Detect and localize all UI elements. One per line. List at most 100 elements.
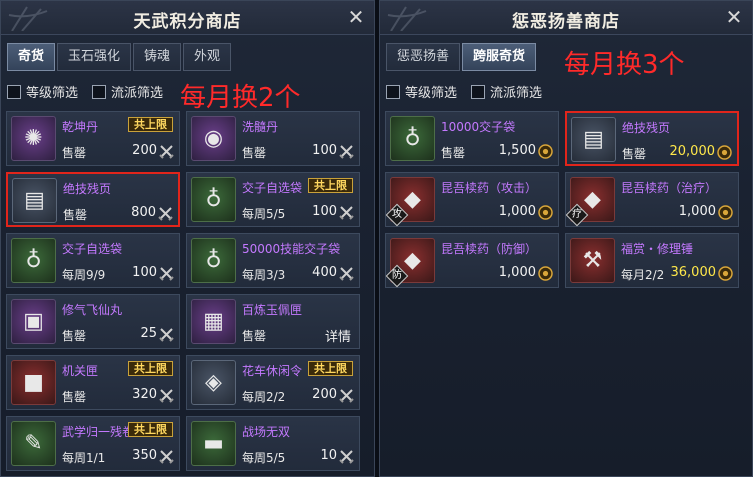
shop-panel-tianwu: 天武积分商店 ✕ 奇货 玉石强化 铸魂 外观 等级筛选 流派筛选 每月换2个 ✺… [0, 0, 375, 477]
level-filter-checkbox[interactable]: 等级筛选 [386, 82, 457, 101]
item-stock-status: 售罄 [62, 390, 87, 404]
shop-item-card[interactable]: ◆ 疗昆吾椟药（治疗） 1,000 [565, 172, 739, 227]
shared-limit-badge: 共上限 [128, 422, 173, 437]
crossed-swords-icon [159, 449, 174, 464]
money-bag-icon: ♁ [191, 238, 236, 283]
shop-item-card[interactable]: ◉ 洗髓丹 售罄 100 [186, 111, 360, 166]
item-glyph: ♁ [205, 248, 222, 273]
shop-item-card[interactable]: ▤ 绝技残页 售罄 800 [6, 172, 180, 227]
tab-zhuhun[interactable]: 铸魂 [133, 43, 182, 71]
item-name: 花车休闲令 [242, 364, 303, 378]
item-glyph: ♁ [205, 187, 222, 212]
item-name: 福赏・修理锤 [621, 242, 694, 256]
shop-item-card[interactable]: ✺ 乾坤丹 共上限 售罄 200 [6, 111, 180, 166]
item-name: 战场无双 [242, 425, 291, 439]
medicine-icon: ◆ 疗 [565, 177, 615, 227]
checkbox-icon[interactable] [92, 84, 107, 99]
item-type-tag-label: 疗 [572, 209, 582, 220]
item-glyph: ◈ [205, 370, 222, 395]
item-price: 400 [312, 265, 337, 280]
shared-limit-badge: 共上限 [308, 178, 353, 193]
item-type-tag-label: 攻 [392, 209, 402, 220]
shop-item-card[interactable]: ⚒ 福赏・修理锤 每月2/2 36,000 [565, 233, 739, 288]
item-stock-status: 每周5/5 [242, 207, 286, 221]
shop-title: 天武积分商店 [133, 12, 242, 32]
tab-waiguan[interactable]: 外观 [183, 43, 232, 71]
school-filter-checkbox[interactable]: 流派筛选 [471, 82, 542, 101]
filter-label: 流派筛选 [111, 86, 164, 101]
shop-item-card[interactable]: ■ 机关匣 共上限 售罄 320 [6, 355, 180, 410]
item-stock-status: 售罄 [62, 146, 87, 160]
tab-chengeyangshan[interactable]: 惩恶扬善 [386, 43, 461, 71]
item-price: 1,000 [678, 204, 716, 219]
crossed-swords-icon [159, 388, 174, 403]
shop-item-card[interactable]: ▦ 百炼玉佩匣 售罄 详情 [186, 294, 360, 349]
crossed-swords-icon [339, 449, 354, 464]
shop-item-card[interactable]: ♁ 50000技能交子袋 每周3/3 400 [186, 233, 360, 288]
crossed-swords-icon [339, 205, 354, 220]
filter-row: 等级筛选 流派筛选 [7, 82, 163, 101]
shop-item-card[interactable]: ◆ 攻昆吾椟药（攻击） 1,000 [385, 172, 559, 227]
crossed-swords-icon [339, 266, 354, 281]
item-glyph: ♁ [404, 126, 421, 151]
item-glyph: ✎ [24, 431, 43, 456]
item-name: 交子自选袋 [62, 242, 123, 256]
item-stock-status: 售罄 [62, 329, 87, 343]
school-filter-checkbox[interactable]: 流派筛选 [92, 82, 163, 101]
shop-item-card[interactable]: ♁ 交子自选袋 每周9/9 100 [6, 233, 180, 288]
item-stock-status: 售罄 [622, 147, 647, 161]
crossed-swords-icon [159, 266, 174, 281]
item-price: 100 [312, 143, 337, 158]
shop-item-card[interactable]: ♁ 交子自选袋 共上限 每周5/5 100 [186, 172, 360, 227]
checkbox-icon[interactable] [7, 84, 21, 99]
annotation-text: 每月换3个 [564, 50, 685, 80]
shop-item-card[interactable]: ◆ 防昆吾椟药（防御） 1,000 [385, 233, 559, 288]
tab-kuafu-qihuo[interactable]: 跨服奇货 [462, 43, 537, 71]
money-bag-icon: ♁ [11, 238, 56, 283]
item-glyph: ◉ [203, 126, 224, 151]
medicine-icon: ◆ 防 [385, 238, 435, 288]
shop-tabs: 奇货 玉石强化 铸魂 外观 [7, 43, 232, 71]
item-stock-status: 售罄 [242, 329, 267, 343]
level-filter-checkbox[interactable]: 等级筛选 [7, 82, 78, 101]
item-type-tag-label: 防 [392, 270, 402, 281]
money-bag-icon: ♁ [191, 177, 236, 222]
checkbox-icon[interactable] [471, 84, 486, 99]
item-price: 36,000 [670, 265, 717, 280]
item-price: 1,000 [498, 204, 536, 219]
tab-qihuo[interactable]: 奇货 [7, 43, 56, 71]
item-glyph: ◆ [404, 248, 421, 273]
checkbox-icon[interactable] [386, 84, 400, 99]
filter-label: 等级筛选 [26, 86, 79, 101]
shop-panel-chengeyangshan: 惩恶扬善商店 ✕ 惩恶扬善 跨服奇货 等级筛选 流派筛选 每月换3个 ♁ 1000… [379, 0, 753, 477]
money-bag-icon: ♁ [390, 116, 435, 161]
crossed-swords-icon [339, 144, 354, 159]
item-price: 800 [131, 205, 156, 220]
close-icon[interactable]: ✕ [344, 5, 368, 29]
item-price: 100 [132, 265, 157, 280]
filter-row: 等级筛选 流派筛选 [386, 82, 542, 101]
mechanism-box-icon: ■ [11, 360, 56, 405]
item-price: 1,500 [498, 143, 536, 158]
close-icon[interactable]: ✕ [722, 5, 746, 29]
item-name: 绝技残页 [622, 121, 671, 135]
filter-label: 流派筛选 [490, 86, 543, 101]
shop-item-card[interactable]: ◈ 花车休闲令 共上限 每周2/2 200 [186, 355, 360, 410]
pink-orb-icon: ◉ [191, 116, 236, 161]
item-glyph: ✺ [24, 126, 43, 151]
shop-item-card[interactable]: ✎ 武学归一残卷 共上限 每周1/1 350 [6, 416, 180, 471]
shop-title: 惩恶扬善商店 [512, 12, 620, 32]
shop-item-card[interactable]: ▣ 修气飞仙丸 售罄 25 [6, 294, 180, 349]
shop-item-card[interactable]: ▤ 绝技残页售罄 20,000 [565, 111, 739, 166]
tab-yushi-qianghua[interactable]: 玉石强化 [57, 43, 132, 71]
book-icon: ▬ [191, 421, 236, 466]
coin-icon [538, 266, 553, 281]
shop-item-card[interactable]: ▬ 战场无双 每周5/5 10 [186, 416, 360, 471]
shop-item-card[interactable]: ♁ 10000交子袋 售罄 1,500 [385, 111, 559, 166]
golden-orb-icon: ✺ [11, 116, 56, 161]
item-price: 20,000 [669, 144, 716, 159]
item-name: 交子自选袋 [242, 181, 303, 195]
coin-icon [718, 205, 733, 220]
coin-icon [717, 145, 732, 160]
scroll-page-icon: ▤ [571, 117, 616, 162]
